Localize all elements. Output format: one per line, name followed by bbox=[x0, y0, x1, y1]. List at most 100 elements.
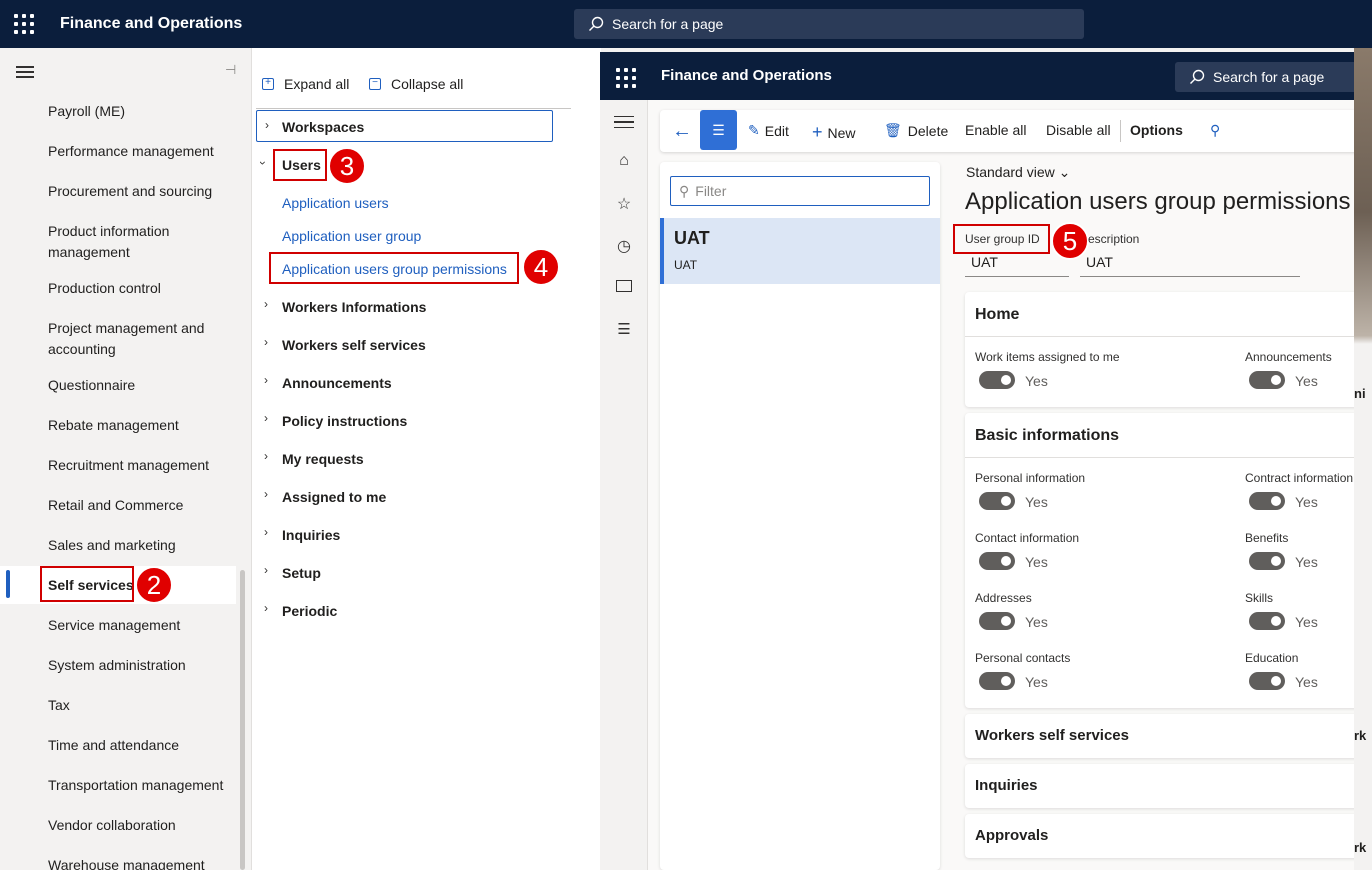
search-icon bbox=[589, 16, 604, 31]
field-label: Skills bbox=[1245, 591, 1274, 605]
workers-self-services-section[interactable]: Workers self services bbox=[965, 714, 1354, 758]
section-title[interactable]: Basic informations bbox=[975, 427, 1119, 445]
home-icon[interactable]: ⌂ bbox=[614, 152, 634, 172]
menu-group[interactable]: Announcements bbox=[282, 375, 392, 391]
nav-item[interactable]: System administration bbox=[48, 655, 186, 676]
menu-group[interactable]: Workers Informations bbox=[282, 299, 426, 315]
menu-group[interactable]: My requests bbox=[282, 451, 364, 467]
nav-item[interactable]: Payroll (ME) bbox=[48, 101, 125, 122]
toggle-switch[interactable] bbox=[979, 371, 1015, 389]
workspace-icon[interactable] bbox=[616, 280, 632, 292]
view-selector[interactable]: Standard view ⌄ bbox=[966, 164, 1070, 181]
app-launcher-icon[interactable] bbox=[616, 68, 636, 88]
approvals-section[interactable]: Approvals bbox=[965, 814, 1354, 858]
edit-button[interactable]: ✎ Edit bbox=[748, 122, 789, 139]
nav-item[interactable]: Rebate management bbox=[48, 415, 179, 436]
toggle-switch[interactable] bbox=[1249, 612, 1285, 630]
description-field[interactable]: UAT bbox=[1080, 254, 1300, 277]
menu-group[interactable]: Workers self services bbox=[282, 337, 426, 353]
section-title[interactable]: Home bbox=[975, 306, 1019, 324]
pin-icon[interactable]: ⊣ bbox=[225, 62, 236, 78]
nav-item[interactable]: Transportation management bbox=[48, 775, 223, 796]
toggle-switch[interactable] bbox=[1249, 672, 1285, 690]
chevron-right-icon: › bbox=[264, 601, 268, 615]
section-title: Approvals bbox=[975, 827, 1049, 844]
delete-button[interactable]: 🗑 Delete bbox=[884, 122, 948, 139]
nav-item[interactable]: Time and attendance bbox=[48, 735, 179, 756]
collapse-all-button[interactable]: − Collapse all bbox=[369, 76, 463, 92]
chevron-right-icon: › bbox=[264, 335, 268, 349]
star-icon[interactable]: ☆ bbox=[614, 194, 634, 214]
search-icon[interactable]: ⚲ bbox=[1210, 122, 1220, 139]
list-view-icon[interactable]: ☰ bbox=[700, 110, 737, 150]
menu-group[interactable]: Periodic bbox=[282, 603, 337, 619]
chevron-right-icon: › bbox=[264, 449, 268, 463]
workspaces-row[interactable]: › Workspaces bbox=[256, 110, 553, 142]
disable-all-button[interactable]: Disable all bbox=[1046, 122, 1111, 138]
expand-all-button[interactable]: + Expand all bbox=[262, 76, 349, 92]
new-button[interactable]: + New bbox=[812, 122, 856, 143]
inquiries-section[interactable]: Inquiries bbox=[965, 764, 1354, 808]
chevron-down-icon[interactable]: › bbox=[256, 161, 270, 165]
inner-top-bar: Finance and Operations Search for a page bbox=[600, 52, 1354, 100]
search-box[interactable]: Search for a page bbox=[574, 9, 1084, 39]
view-label: Standard view bbox=[966, 164, 1055, 180]
nav-item[interactable]: Product information management bbox=[48, 221, 223, 263]
new-label: New bbox=[827, 124, 856, 141]
chevron-right-icon: › bbox=[265, 118, 269, 132]
toggle-value: Yes bbox=[1295, 674, 1318, 690]
nav-item[interactable]: Recruitment management bbox=[48, 455, 209, 476]
options-button[interactable]: Options bbox=[1130, 122, 1183, 138]
user-group-id-field[interactable]: UAT bbox=[965, 254, 1069, 277]
filter-input[interactable]: ⚲ Filter bbox=[670, 176, 930, 206]
nav-item[interactable]: Retail and Commerce bbox=[48, 495, 183, 516]
nav-item[interactable]: Project management and accounting bbox=[48, 318, 223, 360]
nav-item[interactable]: Sales and marketing bbox=[48, 535, 176, 556]
field-label: Announcements bbox=[1245, 350, 1332, 364]
nav-item[interactable]: Production control bbox=[48, 278, 161, 299]
clock-icon[interactable]: ◷ bbox=[614, 236, 634, 256]
menu-group[interactable]: Inquiries bbox=[282, 527, 340, 543]
field-label: Benefits bbox=[1245, 531, 1289, 545]
nav-item[interactable]: Questionnaire bbox=[48, 375, 135, 396]
nav-item[interactable]: Vendor collaboration bbox=[48, 815, 176, 836]
toggle-switch[interactable] bbox=[1249, 371, 1285, 389]
nav-item[interactable]: Performance management bbox=[48, 141, 214, 162]
back-arrow-icon[interactable]: ← bbox=[672, 120, 692, 143]
toggle-value: Yes bbox=[1025, 554, 1048, 570]
plus-icon: + bbox=[812, 122, 823, 142]
hamburger-icon[interactable] bbox=[614, 116, 634, 128]
module-navigation: ⊣ Payroll (ME) Performance management Pr… bbox=[0, 48, 250, 870]
nav-item[interactable]: Warehouse management bbox=[48, 855, 205, 870]
nav-item[interactable]: Procurement and sourcing bbox=[48, 181, 212, 202]
modules-list-icon[interactable]: ☰ bbox=[614, 320, 634, 340]
nav-item[interactable]: Service management bbox=[48, 615, 180, 636]
expand-icon: + bbox=[262, 78, 274, 90]
toggle-switch[interactable] bbox=[979, 552, 1015, 570]
toggle-switch[interactable] bbox=[979, 612, 1015, 630]
toggle-value: Yes bbox=[1295, 494, 1318, 510]
scrollbar[interactable] bbox=[240, 570, 245, 870]
chevron-down-icon: ⌄ bbox=[1058, 164, 1071, 180]
hamburger-icon[interactable] bbox=[16, 66, 34, 78]
toggle-switch[interactable] bbox=[1249, 552, 1285, 570]
menu-group[interactable]: Assigned to me bbox=[282, 489, 386, 505]
edit-label: Edit bbox=[764, 122, 789, 139]
list-item[interactable]: UAT UAT bbox=[660, 218, 940, 284]
toggle-value: Yes bbox=[1025, 674, 1048, 690]
module-menu: + Expand all − Collapse all › Workspaces… bbox=[251, 48, 601, 870]
expand-all-label: Expand all bbox=[284, 76, 350, 92]
toggle-switch[interactable] bbox=[1249, 492, 1285, 510]
menu-link[interactable]: Application user group bbox=[282, 228, 421, 244]
chevron-right-icon: › bbox=[264, 487, 268, 501]
menu-link[interactable]: Application users bbox=[282, 195, 389, 211]
menu-group[interactable]: Setup bbox=[282, 565, 321, 581]
toggle-switch[interactable] bbox=[979, 492, 1015, 510]
inner-search-box[interactable]: Search for a page bbox=[1175, 62, 1354, 92]
list-item-subtitle: UAT bbox=[674, 258, 698, 272]
enable-all-button[interactable]: Enable all bbox=[965, 122, 1027, 138]
toggle-switch[interactable] bbox=[979, 672, 1015, 690]
nav-item[interactable]: Tax bbox=[48, 695, 70, 716]
app-launcher-icon[interactable] bbox=[14, 14, 34, 34]
menu-group[interactable]: Policy instructions bbox=[282, 413, 407, 429]
